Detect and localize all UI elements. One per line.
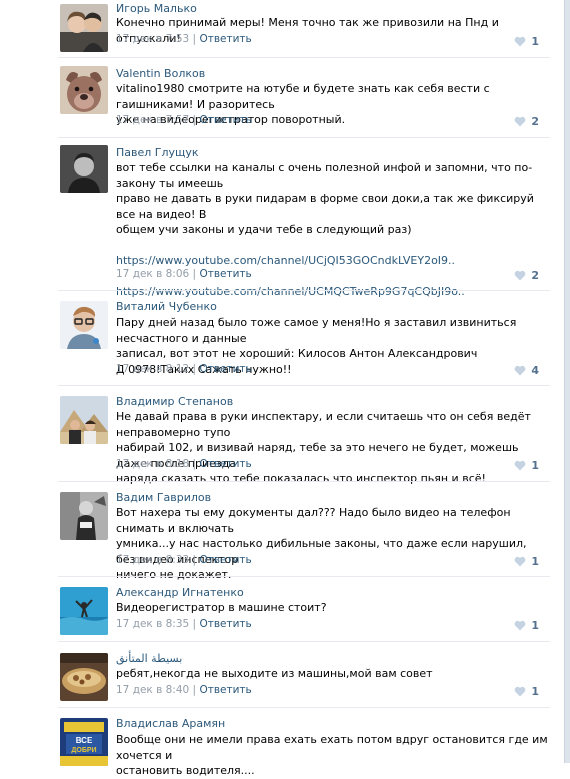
divider (58, 137, 550, 138)
like-count: 1 (531, 619, 539, 632)
divider (58, 57, 550, 58)
comment-author[interactable]: Владимир Степанов (116, 395, 233, 408)
comment-date[interactable]: 17 дек в 7:53 (116, 33, 189, 45)
like-button[interactable]: 1 (514, 619, 539, 632)
like-count: 1 (531, 555, 539, 568)
comment-text: Вообще они не имели права ехать ехать по… (116, 733, 548, 777)
comment-link[interactable]: https://www.youtube.com/channel/UCjQI53G… (116, 253, 548, 269)
comment-date[interactable]: 17 дек в 7:57 (116, 114, 189, 126)
comment-author[interactable]: Александр Игнатенко (116, 586, 244, 599)
reply-link[interactable]: Ответить (199, 363, 251, 375)
like-button[interactable]: 4 (514, 364, 539, 377)
comment-meta: 17 дек в 8:33 | Ответить (116, 554, 252, 566)
avatar-photo-man (60, 145, 108, 193)
avatar[interactable] (60, 653, 108, 701)
comment-date[interactable]: 17 дек в 8:18 (116, 458, 189, 470)
comment-author[interactable]: Владислав Арамян (116, 717, 225, 730)
comment-meta: 17 дек в 8:06 | Ответить (116, 268, 252, 280)
avatar-photo-water (60, 587, 108, 635)
comment-meta: 17 дек в 8:18 | Ответить (116, 458, 252, 470)
comment-author[interactable]: Павел Глущук (116, 146, 199, 159)
avatar-photo-bw (60, 492, 108, 540)
comment-date[interactable]: 17 дек в 8:06 (116, 268, 189, 280)
like-count: 1 (531, 459, 539, 472)
comment-meta: 17 дек в 7:57 | Ответить (116, 114, 252, 126)
comment-meta: 17 дек в 7:53 | Ответить (116, 33, 252, 45)
avatar-photo-man-glasses (60, 301, 108, 349)
comment-date[interactable]: 17 дек в 8:33 (116, 554, 189, 566)
reply-link[interactable]: Ответить (199, 458, 251, 470)
avatar-photo-food (60, 653, 108, 701)
avatar[interactable] (60, 396, 108, 444)
divider (58, 385, 550, 386)
reply-link[interactable]: Ответить (199, 684, 251, 696)
comment-author[interactable]: Игорь Малько (116, 2, 197, 15)
divider (58, 481, 550, 482)
like-button[interactable]: 2 (514, 269, 539, 282)
comment-date[interactable]: 17 дек в 8:35 (116, 618, 189, 630)
reply-link[interactable]: Ответить (199, 618, 251, 630)
comment-text: Не давай права в руки инспектару, и если… (116, 410, 531, 485)
scrollbar-track[interactable] (565, 0, 570, 763)
avatar[interactable] (60, 301, 108, 349)
avatar-badge-text: ВСЕ (76, 736, 93, 745)
comment-meta: 17 дек в 8:35 | Ответить (116, 618, 252, 630)
like-button[interactable]: 1 (514, 555, 539, 568)
divider (58, 641, 550, 642)
heart-icon (514, 116, 526, 127)
comment-author[interactable]: Valentin Волков (116, 67, 205, 80)
like-count: 1 (531, 35, 539, 48)
comment-link[interactable]: https://www.youtube.com/channel/UCMQCTwe… (116, 284, 548, 300)
reply-link[interactable]: Ответить (199, 268, 251, 280)
comment-date[interactable]: 17 дек в 8:40 (116, 684, 189, 696)
heart-icon (514, 686, 526, 697)
comment-text: Вот нахера ты ему документы дал??? Надо … (116, 506, 527, 581)
avatar-photo-pyramids (60, 396, 108, 444)
comment-meta: 17 дек в 8:12 | Ответить (116, 363, 252, 375)
like-button[interactable]: 1 (514, 35, 539, 48)
comment-date[interactable]: 17 дек в 8:12 (116, 363, 189, 375)
comment-author[interactable]: Вадим Гаврилов (116, 491, 211, 504)
reply-link[interactable]: Ответить (199, 114, 251, 126)
reply-link[interactable]: Ответить (199, 554, 251, 566)
like-button[interactable]: 1 (514, 685, 539, 698)
like-button[interactable]: 2 (514, 115, 539, 128)
avatar[interactable] (60, 492, 108, 540)
heart-icon (514, 270, 526, 281)
heart-icon (514, 460, 526, 471)
heart-icon (514, 36, 526, 47)
divider (58, 576, 550, 577)
avatar[interactable] (60, 66, 108, 114)
comment-author[interactable]: Виталий Чубенко (116, 300, 217, 313)
like-count: 2 (531, 269, 539, 282)
avatar-photo-dog (60, 66, 108, 114)
comment-text: ребят,некогда не выходите из машины,мой … (116, 667, 433, 680)
like-button[interactable]: 1 (514, 459, 539, 472)
heart-icon (514, 620, 526, 631)
avatar-photo-couple (60, 4, 108, 52)
avatar-poster: ВСЕ ДОБРИ (60, 718, 108, 766)
avatar[interactable] (60, 587, 108, 635)
avatar[interactable]: ВСЕ ДОБРИ (60, 718, 108, 766)
like-count: 4 (531, 364, 539, 377)
comment-author[interactable]: بسيطة المتأنق (116, 652, 182, 665)
reply-link[interactable]: Ответить (199, 33, 251, 45)
comment-text: Видеорегистратор в машине стоит? (116, 601, 327, 614)
heart-icon (514, 365, 526, 376)
divider (58, 707, 550, 708)
comment-meta: 17 дек в 8:40 | Ответить (116, 684, 252, 696)
divider (58, 290, 550, 291)
heart-icon (514, 556, 526, 567)
like-count: 2 (531, 115, 539, 128)
avatar[interactable] (60, 145, 108, 193)
like-count: 1 (531, 685, 539, 698)
avatar[interactable] (60, 4, 108, 52)
avatar-badge-text: ДОБРИ (71, 747, 96, 754)
